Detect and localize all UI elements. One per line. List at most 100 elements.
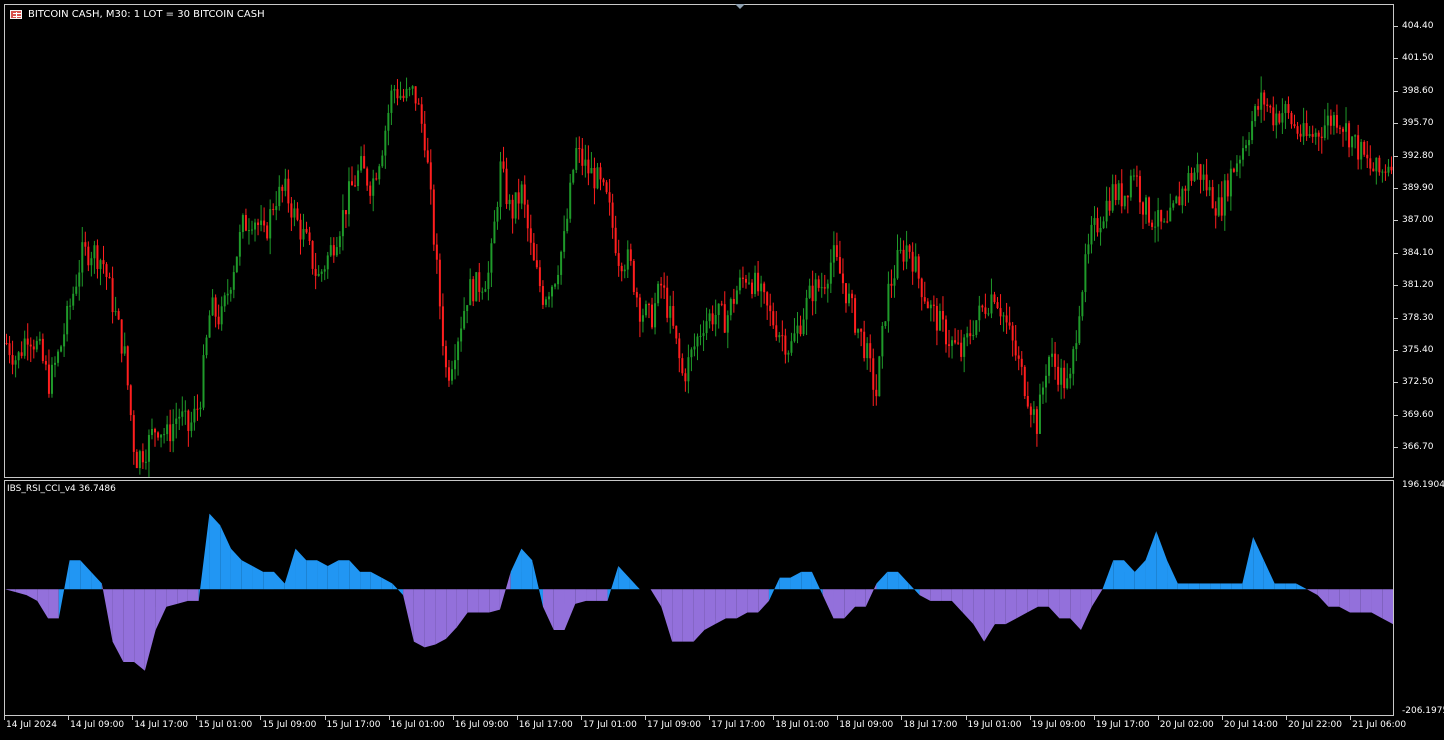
indicator-bull-fill (521, 548, 533, 590)
candle-body (526, 204, 529, 229)
candle-body (347, 181, 350, 215)
indicator-bull-fill (392, 583, 404, 596)
candle-body (493, 221, 496, 244)
candle-body (272, 209, 275, 211)
candle-body (944, 319, 947, 345)
candle-body (1360, 141, 1363, 160)
candle-body (302, 228, 305, 240)
candle-body (63, 334, 66, 347)
candle-body (599, 167, 602, 180)
indicator-bull-fill (1124, 560, 1135, 590)
candle-body (441, 306, 444, 347)
candle-body (787, 352, 790, 355)
candle-body (405, 88, 408, 99)
candle-body (296, 208, 299, 220)
indicator-bear-fill (725, 589, 737, 619)
candle-body (11, 355, 14, 365)
candle-body (438, 259, 441, 307)
indicator-bear-fill (1027, 589, 1038, 613)
candle-body (929, 304, 932, 309)
chart-window[interactable]: BITCOIN CASH, M30: 1 LOT = 30 BITCOIN CA… (0, 0, 1444, 740)
candle-body (626, 249, 629, 270)
candle-body (647, 304, 650, 306)
time-label: 15 Jul 17:00 (326, 720, 381, 730)
time-tick (260, 716, 262, 720)
time-label: 17 Jul 01:00 (582, 720, 637, 730)
candle-body (1308, 134, 1311, 137)
candle-body (502, 161, 505, 169)
candle-body (805, 297, 808, 320)
time-label: 20 Jul 14:00 (1223, 720, 1278, 730)
candle-body (899, 249, 902, 251)
price-candles[interactable] (5, 5, 1393, 477)
indicator-bear-fill (1371, 589, 1383, 619)
candle-body (1045, 375, 1047, 388)
candle-body (1054, 353, 1057, 367)
candle-body (17, 352, 20, 361)
indicator-pane[interactable] (4, 480, 1394, 716)
candle-body (420, 104, 423, 124)
indicator-area[interactable] (5, 481, 1393, 715)
candle-body (475, 272, 478, 302)
indicator-bull-fill (898, 571, 909, 590)
candle-body (114, 311, 117, 313)
indicator-bull-fill (1231, 583, 1243, 590)
candle-body (1254, 106, 1257, 122)
price-tick (1394, 220, 1398, 222)
indicator-bear-fill (1349, 589, 1361, 613)
candle-body (814, 279, 817, 302)
indicator-bear-fill (962, 589, 974, 625)
indicator-bull-fill (327, 560, 339, 590)
indicator-bear-fill (1360, 589, 1372, 613)
candle-body (205, 337, 208, 356)
candle-body (517, 192, 520, 204)
candle-body (78, 272, 81, 287)
candle-body (544, 299, 547, 305)
candle-body (1020, 358, 1023, 367)
price-label: 375.40 (1402, 345, 1434, 355)
candle-body (490, 243, 493, 273)
time-tick (1286, 716, 1287, 720)
indicator-bear-fill (650, 589, 662, 607)
time-label: 15 Jul 09:00 (262, 720, 317, 730)
candle-body (1351, 136, 1354, 148)
candle-body (920, 278, 923, 298)
indicator-bear-fill (15, 589, 27, 596)
candle-body (1181, 188, 1184, 206)
candle-body (102, 260, 105, 265)
indicator-bull-fill (908, 583, 920, 596)
time-tick (132, 716, 134, 720)
candle-body (108, 276, 111, 279)
candle-body (741, 277, 744, 279)
candle-body (1193, 172, 1196, 181)
candle-body (463, 310, 466, 329)
candle-body (1032, 409, 1035, 415)
indicator-bear-fill (822, 589, 834, 619)
candle-body (1317, 132, 1320, 137)
indicator-bear-fill (1048, 589, 1060, 619)
shift-marker-icon[interactable] (735, 4, 745, 9)
candle-body (914, 256, 917, 272)
indicator-bull-fill (1210, 583, 1221, 590)
candle-body (1345, 123, 1348, 132)
indicator-bear-fill (499, 571, 511, 610)
price-tick (1394, 350, 1398, 351)
price-chart-pane[interactable] (4, 4, 1394, 478)
candle-body (732, 298, 735, 304)
candle-body (972, 334, 975, 337)
price-label: 384.10 (1402, 247, 1434, 258)
candle-body (575, 148, 578, 170)
candle-body (796, 325, 799, 334)
candle-body (1151, 222, 1154, 227)
candle-body (8, 343, 11, 356)
candle-body (351, 181, 353, 186)
candle-body (1126, 195, 1129, 198)
candle-body (854, 298, 857, 333)
price-tick (1394, 285, 1398, 287)
candle-body (123, 346, 126, 354)
time-label: 16 Jul 01:00 (390, 720, 445, 730)
indicator-bull-fill (790, 571, 802, 590)
candle-body (211, 297, 214, 316)
candle-body (1248, 140, 1251, 146)
indicator-bull-fill (1296, 583, 1307, 590)
